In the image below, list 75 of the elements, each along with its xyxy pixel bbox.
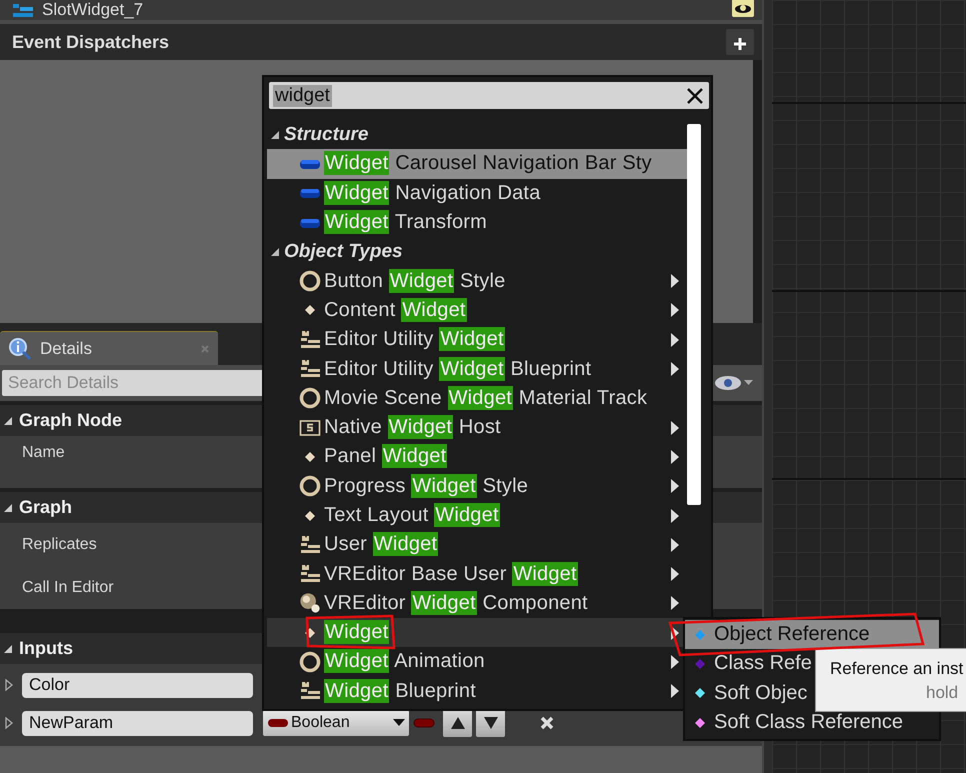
menu-item[interactable]: Widget Blueprint xyxy=(267,676,687,706)
eye-icon[interactable] xyxy=(732,0,754,17)
search-field[interactable]: widget xyxy=(269,82,709,109)
menu-item[interactable]: Movie Scene Widget Material Track xyxy=(267,384,687,413)
submenu-arrow-icon xyxy=(671,567,679,582)
expand-icon[interactable] xyxy=(4,678,14,692)
menu-item[interactable]: Native Widget Host xyxy=(267,412,687,442)
caret-icon xyxy=(393,719,405,727)
submenu-arrow-icon xyxy=(671,303,679,318)
info-icon xyxy=(8,336,32,360)
menu-item[interactable]: Widget Animation xyxy=(267,647,687,677)
property-label: Replicates xyxy=(22,536,97,554)
diamond-icon xyxy=(305,452,315,462)
blueprint-icon xyxy=(299,534,321,556)
down-arrow-icon xyxy=(482,716,498,730)
diamond-icon xyxy=(305,305,315,316)
menu-item[interactable]: Panel Widget xyxy=(267,442,687,472)
property-label: Call In Editor xyxy=(22,578,114,596)
diamond-icon xyxy=(305,510,315,520)
menu-item[interactable]: VREditor Widget Component xyxy=(267,588,687,618)
type-dropdown[interactable]: Boolean xyxy=(263,710,409,736)
param-name-field[interactable]: NewParam xyxy=(22,710,253,736)
blueprint-icon xyxy=(12,1,34,19)
move-up-button[interactable] xyxy=(443,709,472,737)
submenu-arrow-icon xyxy=(671,362,679,376)
section-title: Event Dispatchers xyxy=(12,32,170,52)
add-button[interactable] xyxy=(726,29,754,55)
submenu-arrow-icon xyxy=(671,654,679,669)
tab-label: Details xyxy=(40,338,93,358)
submenu-arrow-icon xyxy=(671,684,679,698)
category-header[interactable]: Object Types xyxy=(267,237,687,266)
scrollbar[interactable] xyxy=(687,124,701,505)
delete-icon[interactable] xyxy=(539,715,555,731)
menu-item[interactable]: VREditor Base User Widget xyxy=(267,559,687,589)
menu-item[interactable]: Soft Class Reference xyxy=(685,708,939,738)
expand-icon[interactable] xyxy=(4,716,14,730)
submenu-arrow-icon xyxy=(671,538,679,552)
close-icon[interactable] xyxy=(685,86,705,106)
submenu-arrow-icon xyxy=(671,479,679,494)
up-arrow-icon xyxy=(450,716,466,730)
diamond-icon xyxy=(305,628,315,638)
submenu-arrow-icon xyxy=(671,274,679,288)
menu-item[interactable]: Editor Utility Widget Blueprint xyxy=(267,354,687,384)
move-down-button[interactable] xyxy=(476,709,505,737)
menu-item[interactable]: Widget Carousel Navigation Bar Sty xyxy=(267,149,687,179)
submenu-arrow-icon xyxy=(671,450,679,464)
plus-icon xyxy=(733,37,747,51)
sphere-icon xyxy=(299,592,321,614)
submenu-arrow-icon xyxy=(671,596,679,610)
menu-item[interactable]: Editor Utility Widget xyxy=(267,325,687,354)
menu-item[interactable]: Button Widget Style xyxy=(267,266,687,296)
pin-icon xyxy=(267,718,289,728)
menu-item[interactable]: Text Layout Widget xyxy=(267,500,687,530)
ring-icon xyxy=(299,650,321,673)
property-label: Name xyxy=(22,444,65,462)
menu-item[interactable]: Content Widget xyxy=(267,296,687,326)
menu-item[interactable]: Widget Transform xyxy=(267,208,687,238)
menu-item[interactable]: Object Reference xyxy=(685,620,939,650)
ring-icon xyxy=(299,270,321,292)
submenu-arrow-icon xyxy=(671,332,679,347)
menu-item[interactable]: Widget Navigation Data xyxy=(267,178,687,208)
ring-icon xyxy=(299,387,321,410)
param-name-field[interactable]: Color xyxy=(22,672,253,698)
menu-item[interactable]: User Widget xyxy=(267,530,687,560)
details-tab[interactable]: Details xyxy=(0,331,218,365)
submenu-arrow-icon xyxy=(671,626,679,640)
variable-name: SlotWidget_7 xyxy=(42,0,144,20)
submenu-arrow-icon xyxy=(671,508,679,522)
tooltip-text: hold xyxy=(925,683,960,703)
menu-item[interactable]: Progress Widget Style xyxy=(267,472,687,501)
category-header[interactable]: Structure xyxy=(267,120,687,150)
blueprint-icon xyxy=(299,328,321,351)
submenu-arrow-icon xyxy=(671,420,679,435)
tooltip-text: Reference an inst xyxy=(830,659,964,679)
ring-icon xyxy=(299,475,321,498)
